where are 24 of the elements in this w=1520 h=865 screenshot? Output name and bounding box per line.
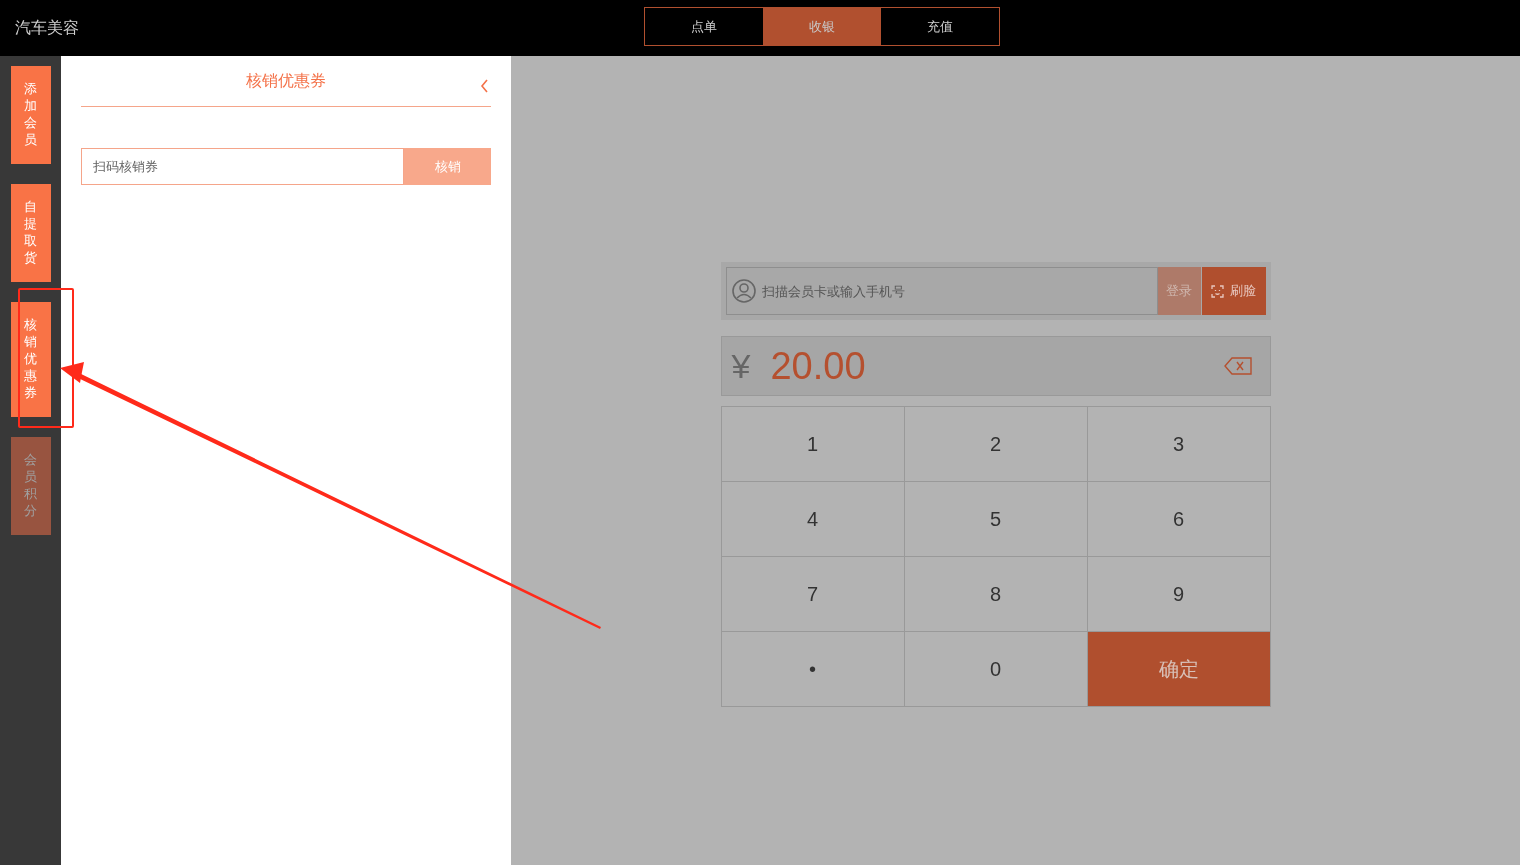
keypad-key[interactable]: 4 xyxy=(721,482,905,557)
face-scan-button[interactable]: 刷脸 xyxy=(1201,267,1266,315)
member-input-field[interactable]: 扫描会员卡或输入手机号 xyxy=(725,267,1158,315)
keypad-key[interactable]: 5 xyxy=(904,482,1088,557)
backspace-icon[interactable] xyxy=(1223,357,1252,375)
amount-value: 20.00 xyxy=(770,343,866,389)
app-title: 汽车美容 xyxy=(15,18,79,38)
keypad-key[interactable]: 3 xyxy=(1087,407,1271,482)
coupon-input-field[interactable]: 扫码核销券 xyxy=(81,148,404,185)
nav-tab[interactable]: 收银 xyxy=(763,8,881,45)
face-scan-icon xyxy=(1211,284,1224,298)
keypad-key[interactable]: 8 xyxy=(904,557,1088,632)
currency-symbol: ¥ xyxy=(731,345,751,387)
keypad-key[interactable]: 0 xyxy=(904,632,1088,707)
keypad-key[interactable]: 1 xyxy=(721,407,905,482)
keypad-key[interactable]: 2 xyxy=(904,407,1088,482)
user-icon xyxy=(731,279,756,303)
keypad-key[interactable]: 9 xyxy=(1087,557,1271,632)
keypad-key[interactable]: 7 xyxy=(721,557,905,632)
confirm-button[interactable]: 确定 xyxy=(1087,632,1271,707)
back-icon[interactable] xyxy=(480,79,489,93)
panel-title: 核销优惠券 xyxy=(246,71,326,91)
keypad-key[interactable]: 6 xyxy=(1087,482,1271,557)
keypad-key[interactable]: • xyxy=(721,632,905,707)
